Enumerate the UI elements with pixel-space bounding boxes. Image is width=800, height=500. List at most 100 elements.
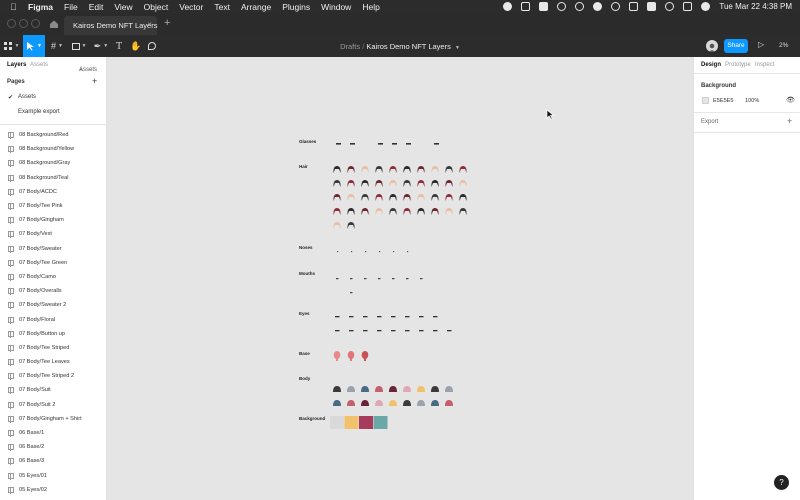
text-tool-button[interactable]: T [112, 35, 126, 57]
layer-label: 08 Background/Teal [19, 174, 69, 181]
layer-row[interactable]: 05 Eyes/02 [0, 483, 106, 497]
layer-row[interactable]: 07 Body/Tee Pink [0, 199, 106, 213]
menu-file[interactable]: File [64, 2, 78, 12]
layer-row[interactable]: 07 Body/Suit 2 [0, 398, 106, 412]
shape-tool-button[interactable]: ▼ [68, 35, 90, 57]
layer-row[interactable]: 06 Base/3 [0, 454, 106, 468]
window-zoom-button[interactable] [31, 19, 40, 28]
body-thumbnail [375, 400, 383, 406]
layer-row[interactable]: 07 Body/Sweater 2 [0, 298, 106, 312]
screen-icon[interactable] [521, 2, 531, 11]
eye-icon[interactable]: 👁 [786, 96, 795, 104]
settings-icon[interactable] [575, 2, 585, 11]
nose-thumbnail [351, 251, 353, 253]
export-section-title: Export [701, 119, 719, 125]
new-tab-button[interactable]: + [164, 17, 170, 29]
user-icon[interactable] [593, 2, 603, 11]
layer-row[interactable]: 08 Background/Yellow [0, 142, 106, 156]
tab-assets[interactable]: Assets [30, 62, 48, 68]
frame-icon [8, 132, 14, 140]
body-thumbnail [445, 400, 453, 406]
window-minimize-button[interactable] [19, 19, 28, 28]
frame-icon [8, 231, 14, 239]
home-icon[interactable] [48, 18, 60, 30]
main-menu-button[interactable]: ▼ [0, 35, 22, 57]
layer-row[interactable]: 07 Body/Suit [0, 383, 106, 397]
design-canvas[interactable]: Glasses Hair Noses Mouths Eyes Base Body… [108, 57, 789, 500]
frame-tool-button[interactable]: # ▼ [46, 35, 68, 57]
background-opacity-input[interactable]: 100% [745, 98, 759, 104]
tab-kairos-demo[interactable]: Kairos Demo NFT Layers × [64, 16, 157, 35]
layer-row[interactable]: 07 Body/ACDC [0, 185, 106, 199]
comment-tool-button[interactable] [145, 35, 159, 57]
layer-row[interactable]: 07 Body/Vest [0, 227, 106, 241]
nose-thumbnail [337, 251, 339, 253]
layer-row[interactable]: 07 Body/Camo [0, 270, 106, 284]
layer-row[interactable]: 06 Base/1 [0, 426, 106, 440]
layer-row[interactable]: 07 Body/Floral [0, 312, 106, 326]
add-export-button[interactable]: + [787, 116, 792, 126]
background-color-swatch[interactable] [702, 97, 709, 104]
layer-row[interactable]: 07 Body/Tee Green [0, 256, 106, 270]
menu-plugins[interactable]: Plugins [282, 2, 310, 12]
tab-layers[interactable]: Layers [7, 62, 26, 68]
page-item-assets[interactable]: Assets [18, 94, 36, 100]
menu-help[interactable]: Help [362, 2, 379, 12]
hand-tool-button[interactable]: ✋ [128, 35, 144, 57]
layer-row[interactable]: 08 Background/Red [0, 128, 106, 142]
layer-row[interactable]: 07 Body/Sweater [0, 242, 106, 256]
menu-app-figma[interactable]: Figma [28, 2, 53, 12]
file-name[interactable]: Kairos Demo NFT Layers [366, 42, 450, 51]
tab-prototype[interactable]: Prototype [725, 62, 751, 68]
control-center-icon[interactable] [683, 2, 693, 11]
menu-view[interactable]: View [114, 2, 132, 12]
dropbox-icon[interactable] [557, 2, 567, 11]
layer-row[interactable]: 07 Body/Tee Striped 2 [0, 369, 106, 383]
status-icon[interactable] [611, 2, 621, 11]
layer-row[interactable]: 06 Base/2 [0, 440, 106, 454]
tab-close-icon[interactable]: × [147, 20, 152, 29]
layer-row[interactable]: 07 Body/Gingham [0, 213, 106, 227]
breadcrumb-drafts[interactable]: Drafts [340, 42, 360, 51]
add-page-button[interactable]: + [92, 76, 97, 86]
apple-icon[interactable]:  [10, 2, 22, 12]
layer-row[interactable]: 07 Body/Tee Striped [0, 341, 106, 355]
pen-tool-button[interactable]: ✒ ▼ [90, 35, 112, 57]
avatar[interactable] [706, 40, 718, 52]
share-button[interactable]: Share [724, 39, 748, 53]
layer-row[interactable]: 05 Eyes/01 [0, 469, 106, 483]
menu-window[interactable]: Window [321, 2, 351, 12]
window-close-button[interactable] [7, 19, 16, 28]
tab-inspect[interactable]: Inspect [755, 62, 774, 68]
menu-vector[interactable]: Vector [179, 2, 203, 12]
layer-row[interactable]: 07 Body/Gingham + Shirt [0, 412, 106, 426]
frame-icon [8, 160, 14, 168]
wifi-icon[interactable] [665, 2, 675, 11]
layer-row[interactable]: 07 Body/Tee Leaves [0, 355, 106, 369]
volume-icon[interactable] [629, 2, 639, 11]
flag-icon[interactable] [701, 2, 711, 11]
menu-edit[interactable]: Edit [89, 2, 104, 12]
layer-row[interactable]: 08 Background/Gray [0, 156, 106, 170]
clock[interactable]: Tue Mar 22 4:38 PM [719, 2, 792, 11]
record-icon[interactable] [503, 2, 513, 11]
menu-text[interactable]: Text [214, 2, 230, 12]
menu-arrange[interactable]: Arrange [241, 2, 271, 12]
app-badge-icon[interactable] [539, 2, 549, 11]
battery-icon[interactable] [647, 2, 657, 11]
layer-row[interactable]: 07 Body/Button up [0, 327, 106, 341]
layer-row[interactable]: 08 Background/Teal [0, 171, 106, 185]
background-hex-input[interactable]: E5E5E5 [713, 98, 734, 104]
chevron-down-icon[interactable]: ▼ [455, 45, 460, 51]
tab-design[interactable]: Design [701, 62, 721, 68]
hair-thumbnail [361, 180, 369, 187]
help-button[interactable]: ? [774, 475, 789, 490]
zoom-level[interactable]: 2% [779, 42, 788, 49]
page-item-example-export[interactable]: Example export [18, 109, 60, 115]
layer-row[interactable]: 07 Body/Overalls [0, 284, 106, 298]
present-play-icon[interactable]: ▷ [758, 40, 764, 49]
divider [0, 124, 106, 125]
breadcrumb-separator: / [362, 42, 365, 51]
move-tool-button[interactable]: ▼ [23, 35, 45, 57]
menu-object[interactable]: Object [144, 2, 169, 12]
